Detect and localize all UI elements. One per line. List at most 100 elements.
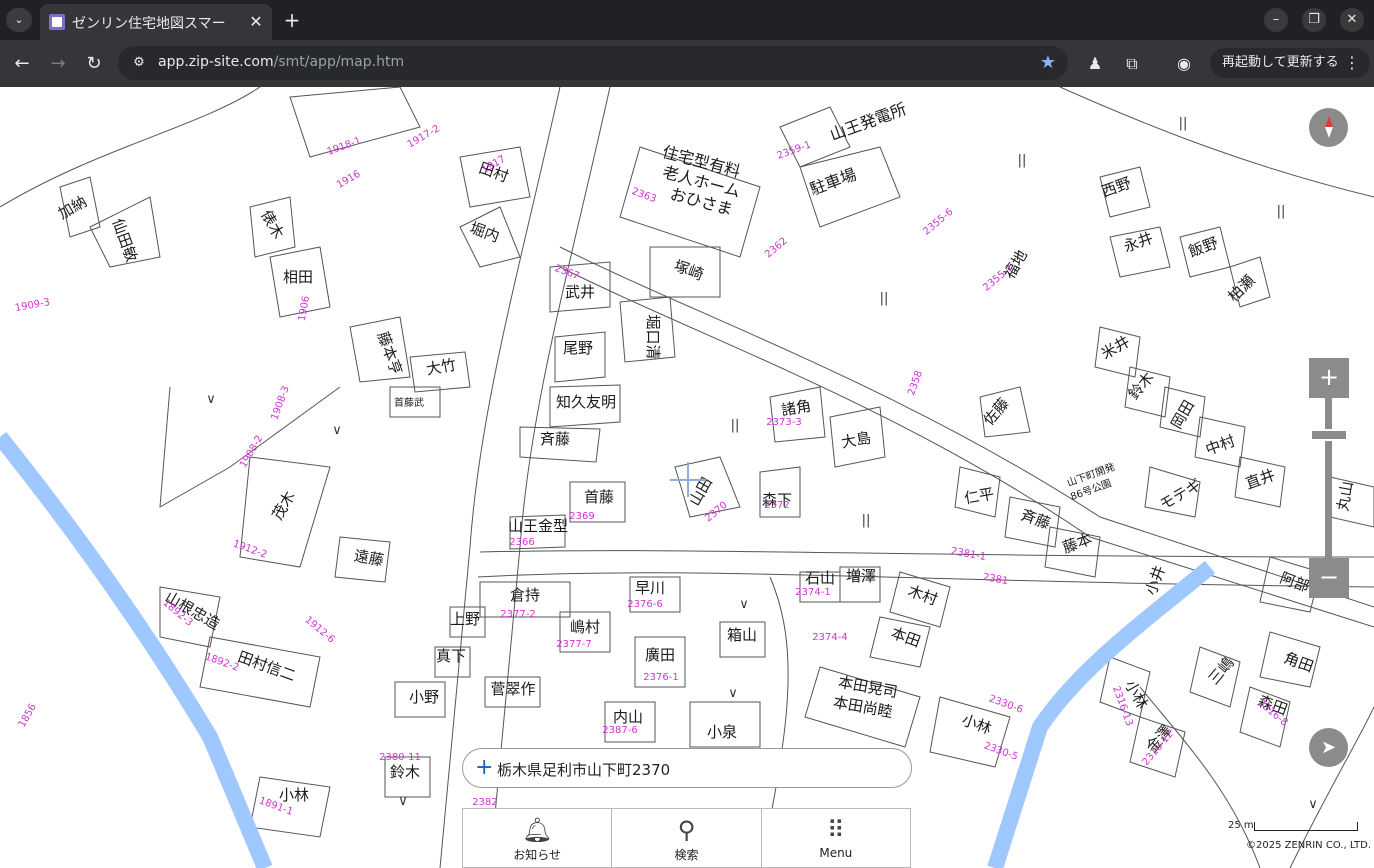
map-label: 小泉 xyxy=(707,723,737,741)
address-bar[interactable]: ⚙ app.zip-site.com/smt/app/map.htm ★ xyxy=(118,46,1068,80)
map-label: 首藤武 xyxy=(394,396,424,409)
map-label: 堀口清 xyxy=(644,314,662,359)
bookmark-star-icon[interactable]: ★ xyxy=(1040,52,1056,73)
site-info-icon[interactable]: ⚙ xyxy=(130,54,148,72)
map-label: 斉藤 xyxy=(1019,506,1053,533)
lot-number: 2373-3 xyxy=(766,417,801,428)
map-label: 小林 xyxy=(279,786,309,804)
map-label: 米井 xyxy=(1098,332,1133,363)
map-label: 加納 xyxy=(55,192,90,223)
map-label: 増澤 xyxy=(846,567,876,585)
map-label: 首藤 xyxy=(584,488,614,506)
nav-item-notifications[interactable]: 🔔︎ お知らせ xyxy=(463,809,613,867)
map-label: 山王発電所 xyxy=(827,99,909,144)
map-label: 斉藤 xyxy=(540,430,570,448)
map-label: モテギ xyxy=(1157,476,1205,514)
map-label: 早川 xyxy=(635,579,665,597)
lot-number: 2362 xyxy=(763,236,790,261)
map-label: 丸山 xyxy=(1334,480,1357,513)
site-favicon-icon xyxy=(49,14,65,30)
address-display[interactable]: + 栃木県足利市山下町2370 xyxy=(462,748,912,788)
compass-icon[interactable] xyxy=(1309,108,1348,147)
copyright-notice: ©2025 ZENRIN CO., LTD. xyxy=(1246,840,1371,851)
map-canvas[interactable]: 山王発電所 住宅型有料 老人ホーム おひさま 駐車場 西野 福地 永井 飯野 柏瀬 田村 堀内 加納 仙田… xyxy=(0,87,1374,868)
zoom-out-button[interactable]: − xyxy=(1309,558,1349,598)
map-label: 佐藤 xyxy=(980,395,1013,430)
lot-number: 2376-1 xyxy=(643,672,678,683)
map-label: 廣田 xyxy=(645,646,675,664)
tab-title: ゼンリン住宅地図スマー xyxy=(72,16,226,32)
map-label: 真下 xyxy=(436,647,466,665)
map-label: 小林 xyxy=(960,711,994,738)
zoom-in-button[interactable]: + xyxy=(1309,358,1349,398)
lot-number: 1918-1 xyxy=(326,135,363,157)
map-label: 田村信二 xyxy=(235,648,298,685)
lot-number: 2355-6 xyxy=(921,206,955,237)
map-label: 西野 xyxy=(1099,174,1133,201)
lot-number: 1908-2 xyxy=(238,434,265,470)
map-label: 藤本亨 xyxy=(374,329,406,377)
nav-item-search[interactable]: ⚲ 検索 xyxy=(612,809,762,867)
map-label: 箱山 xyxy=(727,626,757,644)
map-label: 柏瀬 xyxy=(1224,271,1258,305)
menu-grid-icon: ⠿ xyxy=(827,816,845,844)
profile-icon[interactable]: ◉ xyxy=(1172,52,1196,76)
url-text[interactable]: app.zip-site.com/smt/app/map.htm xyxy=(158,54,404,70)
map-label: 小井 xyxy=(1142,563,1169,597)
lot-number: 1908-3 xyxy=(269,385,291,422)
river xyxy=(0,432,273,868)
map-label: 山王金型 xyxy=(508,517,568,535)
river xyxy=(987,560,1216,868)
map-label: 仁平 xyxy=(963,485,996,508)
window-close-button[interactable]: ✕ xyxy=(1340,8,1364,32)
map-symbol: ∨ xyxy=(206,392,216,407)
map-label: 大島 xyxy=(840,429,873,452)
map-symbol: || xyxy=(731,418,740,433)
relaunch-update-button[interactable]: 再起動して更新する ⋮ xyxy=(1210,48,1370,78)
map-label: 石山 xyxy=(805,569,835,587)
lot-number: 2370 xyxy=(703,500,730,525)
map-label: 遠藤 xyxy=(353,547,386,570)
map-label: 永井 xyxy=(1121,229,1155,256)
extension-agent-icon[interactable]: ♟ xyxy=(1083,52,1107,76)
new-tab-button[interactable]: + xyxy=(280,8,304,32)
map-label: 木村 xyxy=(906,582,940,609)
lot-number: 2369 xyxy=(569,511,594,522)
lot-number: 2381 xyxy=(982,572,1009,587)
scale-label: 25 m xyxy=(1228,820,1254,831)
forward-arrow-icon[interactable]: → xyxy=(44,50,72,78)
map-label: 俵木 xyxy=(257,207,288,242)
zoom-slider-track[interactable] xyxy=(1325,398,1332,558)
map-label: 塚崎 xyxy=(672,257,706,284)
tab-search-button[interactable]: ⌄ xyxy=(6,8,32,32)
back-arrow-icon[interactable]: ← xyxy=(8,50,36,78)
lot-number: 2377-2 xyxy=(500,609,535,620)
lot-number: 1912-6 xyxy=(303,614,337,645)
lot-number: 1856 xyxy=(17,702,39,730)
zoom-slider-thumb[interactable] xyxy=(1310,429,1348,441)
nav-item-menu[interactable]: ⠿ Menu xyxy=(762,809,910,867)
map-label: 角田 xyxy=(1282,649,1316,676)
lot-number: 1909-3 xyxy=(14,297,51,314)
bottom-navigation: 🔔︎ お知らせ ⚲ 検索 ⠿ Menu xyxy=(462,808,911,868)
lot-number: 1906 xyxy=(297,295,312,322)
lot-number: 2377-7 xyxy=(556,639,591,650)
extensions-puzzle-icon[interactable]: ⧉ xyxy=(1120,52,1144,76)
kebab-menu-icon[interactable]: ⋮ xyxy=(1344,48,1360,78)
reload-icon[interactable]: ↻ xyxy=(80,50,108,78)
map-label: 小野 xyxy=(409,688,439,706)
map-label: 大竹 xyxy=(425,356,458,379)
browser-tab[interactable]: ゼンリン住宅地図スマー ✕ xyxy=(40,4,272,40)
lot-number: 1917-2 xyxy=(406,123,442,150)
lot-number: 2367 xyxy=(553,263,581,282)
map-label: 知久友明 xyxy=(556,393,616,411)
tab-close-icon[interactable]: ✕ xyxy=(246,12,266,32)
lot-number: 1912-2 xyxy=(231,538,268,560)
restore-button[interactable]: ❐ xyxy=(1302,8,1326,32)
map-label: 中村 xyxy=(1203,432,1237,459)
map-symbol: ∨ xyxy=(739,597,749,612)
current-location-icon[interactable]: ➤ xyxy=(1309,728,1348,767)
map-symbol: ∨ xyxy=(1308,797,1318,812)
minimize-button[interactable]: – xyxy=(1264,8,1288,32)
lot-number: 2363 xyxy=(630,186,658,205)
